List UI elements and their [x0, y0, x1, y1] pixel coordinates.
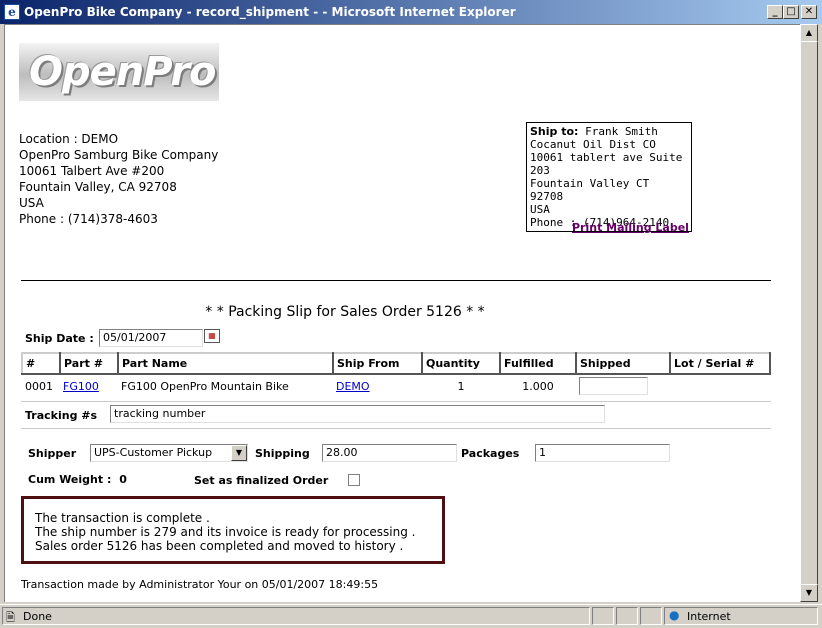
ship-to-company: Cocanut Oil Dist CO [530, 138, 656, 151]
transaction-footer: Transaction made by Administrator Your o… [21, 578, 379, 591]
finalized-checkbox[interactable] [348, 474, 360, 486]
fulfilled-value: 1.000 [522, 379, 554, 393]
message-line: Sales order 5126 has been completed and … [35, 539, 404, 553]
chevron-down-icon[interactable]: ▼ [231, 445, 247, 461]
company-address: Location : DEMO OpenPro Samburg Bike Com… [19, 131, 218, 227]
shipping-label: Shipping [255, 447, 310, 460]
company-name: OpenPro Samburg Bike Company [19, 148, 219, 162]
col-header-part: Part # [59, 352, 119, 375]
part-name: FG100 OpenPro Mountain Bike [121, 379, 289, 393]
maximize-button[interactable]: □ [783, 5, 799, 19]
company-country: USA [19, 196, 44, 210]
col-header-ship-from: Ship From [332, 352, 423, 375]
message-line: The transaction is complete . [35, 511, 210, 525]
part-number-link[interactable]: FG100 [63, 380, 99, 393]
col-header-lot-serial: Lot / Serial # [669, 352, 771, 375]
ie-icon: e [4, 4, 20, 20]
calendar-icon[interactable]: ▦ [204, 329, 220, 343]
scroll-down-icon[interactable]: ▼ [800, 584, 818, 602]
openpro-logo: OpenPro [19, 43, 219, 101]
row-num: 0001 [25, 379, 53, 393]
shipper-selected: UPS-Customer Pickup [94, 446, 213, 459]
col-header-part-name: Part Name [117, 352, 334, 375]
window-title: OpenPro Bike Company - record_shipment -… [24, 5, 516, 19]
packages-label: Packages [461, 447, 520, 460]
ship-to-name: Frank Smith [585, 125, 658, 138]
page-icon: 🗎 [6, 611, 15, 624]
table-header-row: # Part # Part Name Ship From Quantity Fu… [21, 352, 771, 375]
status-pane-main: 🗎 Done [2, 607, 590, 625]
status-message-box: The transaction is complete . The ship n… [21, 496, 445, 564]
status-pane [592, 607, 614, 625]
company-address-line: 10061 Talbert Ave #200 [19, 164, 165, 178]
status-bar: 🗎 Done ● Internet [0, 604, 822, 627]
zone-text: Internet [687, 610, 731, 623]
message-line: The ship number is 279 and its invoice i… [35, 525, 416, 539]
ship-date-input[interactable]: 05/01/2007 [99, 329, 203, 347]
status-pane [640, 607, 662, 625]
tracking-input[interactable]: tracking number [110, 405, 605, 423]
title-bar: e OpenPro Bike Company - record_shipment… [0, 0, 822, 24]
cum-weight-label: Cum Weight : [28, 473, 112, 486]
scroll-thumb[interactable] [800, 41, 818, 585]
table-row: 0001 FG100 FG100 OpenPro Mountain Bike D… [22, 374, 770, 397]
status-pane [616, 607, 638, 625]
shipper-label: Shipper [28, 447, 77, 460]
col-header-fulfilled: Fulfilled [499, 352, 577, 375]
row-separator [21, 401, 771, 402]
company-location: Location : DEMO [19, 132, 119, 146]
close-button[interactable]: ✕ [801, 5, 817, 19]
ship-to-address: 10061 tablert ave Suite 203 [530, 151, 683, 177]
shipping-input[interactable]: 28.00 [322, 444, 457, 462]
finalized-label: Set as finalized Order [194, 474, 329, 487]
company-city: Fountain Valley, CA 92708 [19, 180, 177, 194]
cum-weight-value: 0 [119, 473, 127, 486]
items-table: # Part # Part Name Ship From Quantity Fu… [21, 352, 771, 397]
company-phone: Phone : (714)378-4603 [19, 212, 158, 226]
cum-weight: Cum Weight : 0 [28, 473, 127, 486]
shipped-input[interactable] [579, 377, 648, 395]
vertical-scrollbar[interactable]: ▲ ▼ [800, 24, 818, 602]
col-header-shipped: Shipped [575, 352, 671, 375]
page-title: * * Packing Slip for Sales Order 5126 * … [205, 304, 485, 320]
ship-from-link[interactable]: DEMO [336, 380, 370, 393]
tracking-label: Tracking #s [25, 409, 98, 422]
ship-to-country: USA [530, 203, 550, 216]
globe-icon: ● [669, 608, 680, 622]
quantity-value: 1 [457, 379, 465, 393]
shipper-select[interactable]: UPS-Customer Pickup ▼ [90, 444, 248, 462]
status-text: Done [23, 610, 52, 623]
packages-input[interactable]: 1 [535, 444, 670, 462]
print-mailing-label-link[interactable]: Print Mailing Label [572, 221, 689, 234]
ship-to-label: Ship to: [530, 125, 579, 138]
ship-date-label: Ship Date : [25, 332, 94, 345]
divider [21, 280, 771, 281]
ship-to-city: Fountain Valley CT 92708 [530, 177, 650, 203]
page-content: OpenPro Location : DEMO OpenPro Samburg … [4, 24, 800, 602]
ship-to-box: Ship to: Frank Smith Cocanut Oil Dist CO… [526, 122, 692, 232]
scroll-up-icon[interactable]: ▲ [800, 24, 818, 42]
minimize-button[interactable]: _ [767, 5, 783, 19]
status-pane-zone: ● Internet [664, 607, 818, 625]
lot-serial-cell [670, 374, 770, 397]
section-separator [21, 428, 771, 429]
col-header-quantity: Quantity [421, 352, 501, 375]
col-header-num: # [21, 352, 61, 375]
